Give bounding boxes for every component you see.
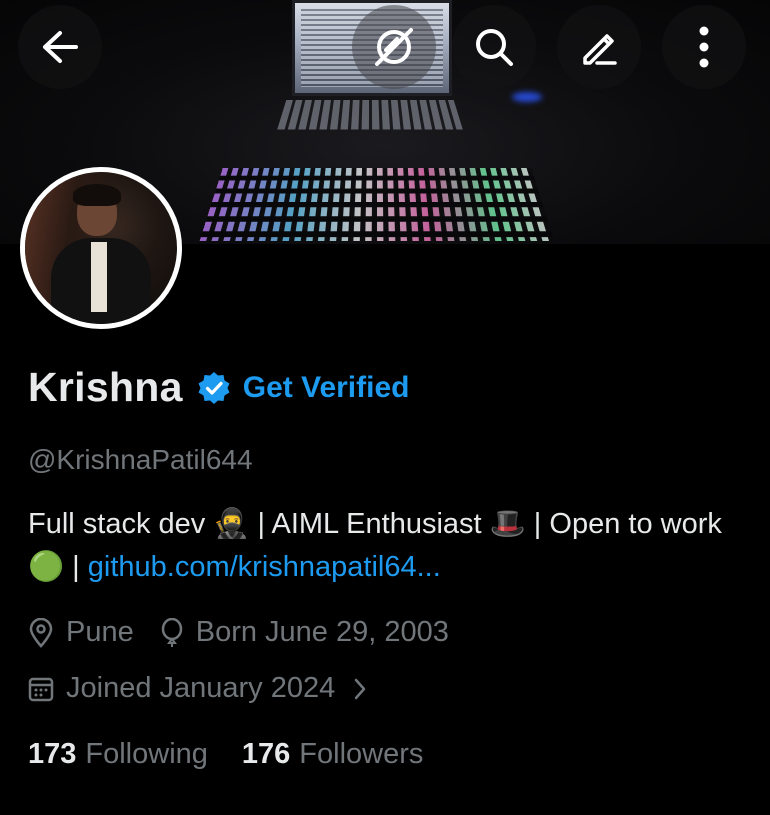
more-vertical-icon xyxy=(698,26,710,68)
profile-meta-row: Pune Born June 29, 2003 xyxy=(28,616,449,649)
banner-laptop-keyboard xyxy=(277,99,463,130)
chevron-right-icon xyxy=(353,677,367,701)
grok-button[interactable] xyxy=(352,5,436,89)
following-link[interactable]: 173 Following xyxy=(28,738,208,771)
get-verified-link[interactable]: Get Verified xyxy=(243,371,410,405)
followers-link[interactable]: 176 Followers xyxy=(242,738,423,771)
location-pin-icon xyxy=(28,617,54,648)
profile-avatar[interactable] xyxy=(20,167,182,329)
edit-button[interactable] xyxy=(557,5,641,89)
search-button[interactable] xyxy=(452,5,536,89)
display-name: Krishna xyxy=(28,364,183,410)
followers-count: 176 xyxy=(241,738,291,770)
more-options-button[interactable] xyxy=(662,5,746,89)
followers-label: Followers xyxy=(299,738,424,770)
location-text: Pune xyxy=(66,616,134,648)
name-row: Krishna Get Verified xyxy=(28,364,409,411)
following-count: 173 xyxy=(28,738,77,770)
calendar-icon xyxy=(28,675,54,703)
joined-row[interactable]: Joined January 2024 xyxy=(28,672,367,705)
user-handle: @KrishnaPatil644 xyxy=(28,444,253,475)
back-button[interactable] xyxy=(18,5,102,89)
banner-blue-light xyxy=(512,92,542,102)
search-icon xyxy=(472,25,516,69)
bio-link[interactable]: github.com/krishnapatil64... xyxy=(88,551,441,583)
birthday-text: Born June 29, 2003 xyxy=(195,616,449,648)
banner-rgb-keyboard xyxy=(199,168,555,242)
balloon-icon xyxy=(160,617,184,648)
back-arrow-icon xyxy=(40,29,80,65)
follow-stats: 173 Following 176 Followers xyxy=(28,738,423,771)
verified-badge-icon[interactable] xyxy=(197,371,231,405)
grok-icon xyxy=(371,24,417,70)
joined-text: Joined January 2024 xyxy=(66,672,336,704)
edit-pencil-icon xyxy=(577,25,621,69)
profile-bio: Full stack dev 🥷 | AIML Enthusiast 🎩 | O… xyxy=(28,503,758,589)
following-label: Following xyxy=(85,738,208,770)
